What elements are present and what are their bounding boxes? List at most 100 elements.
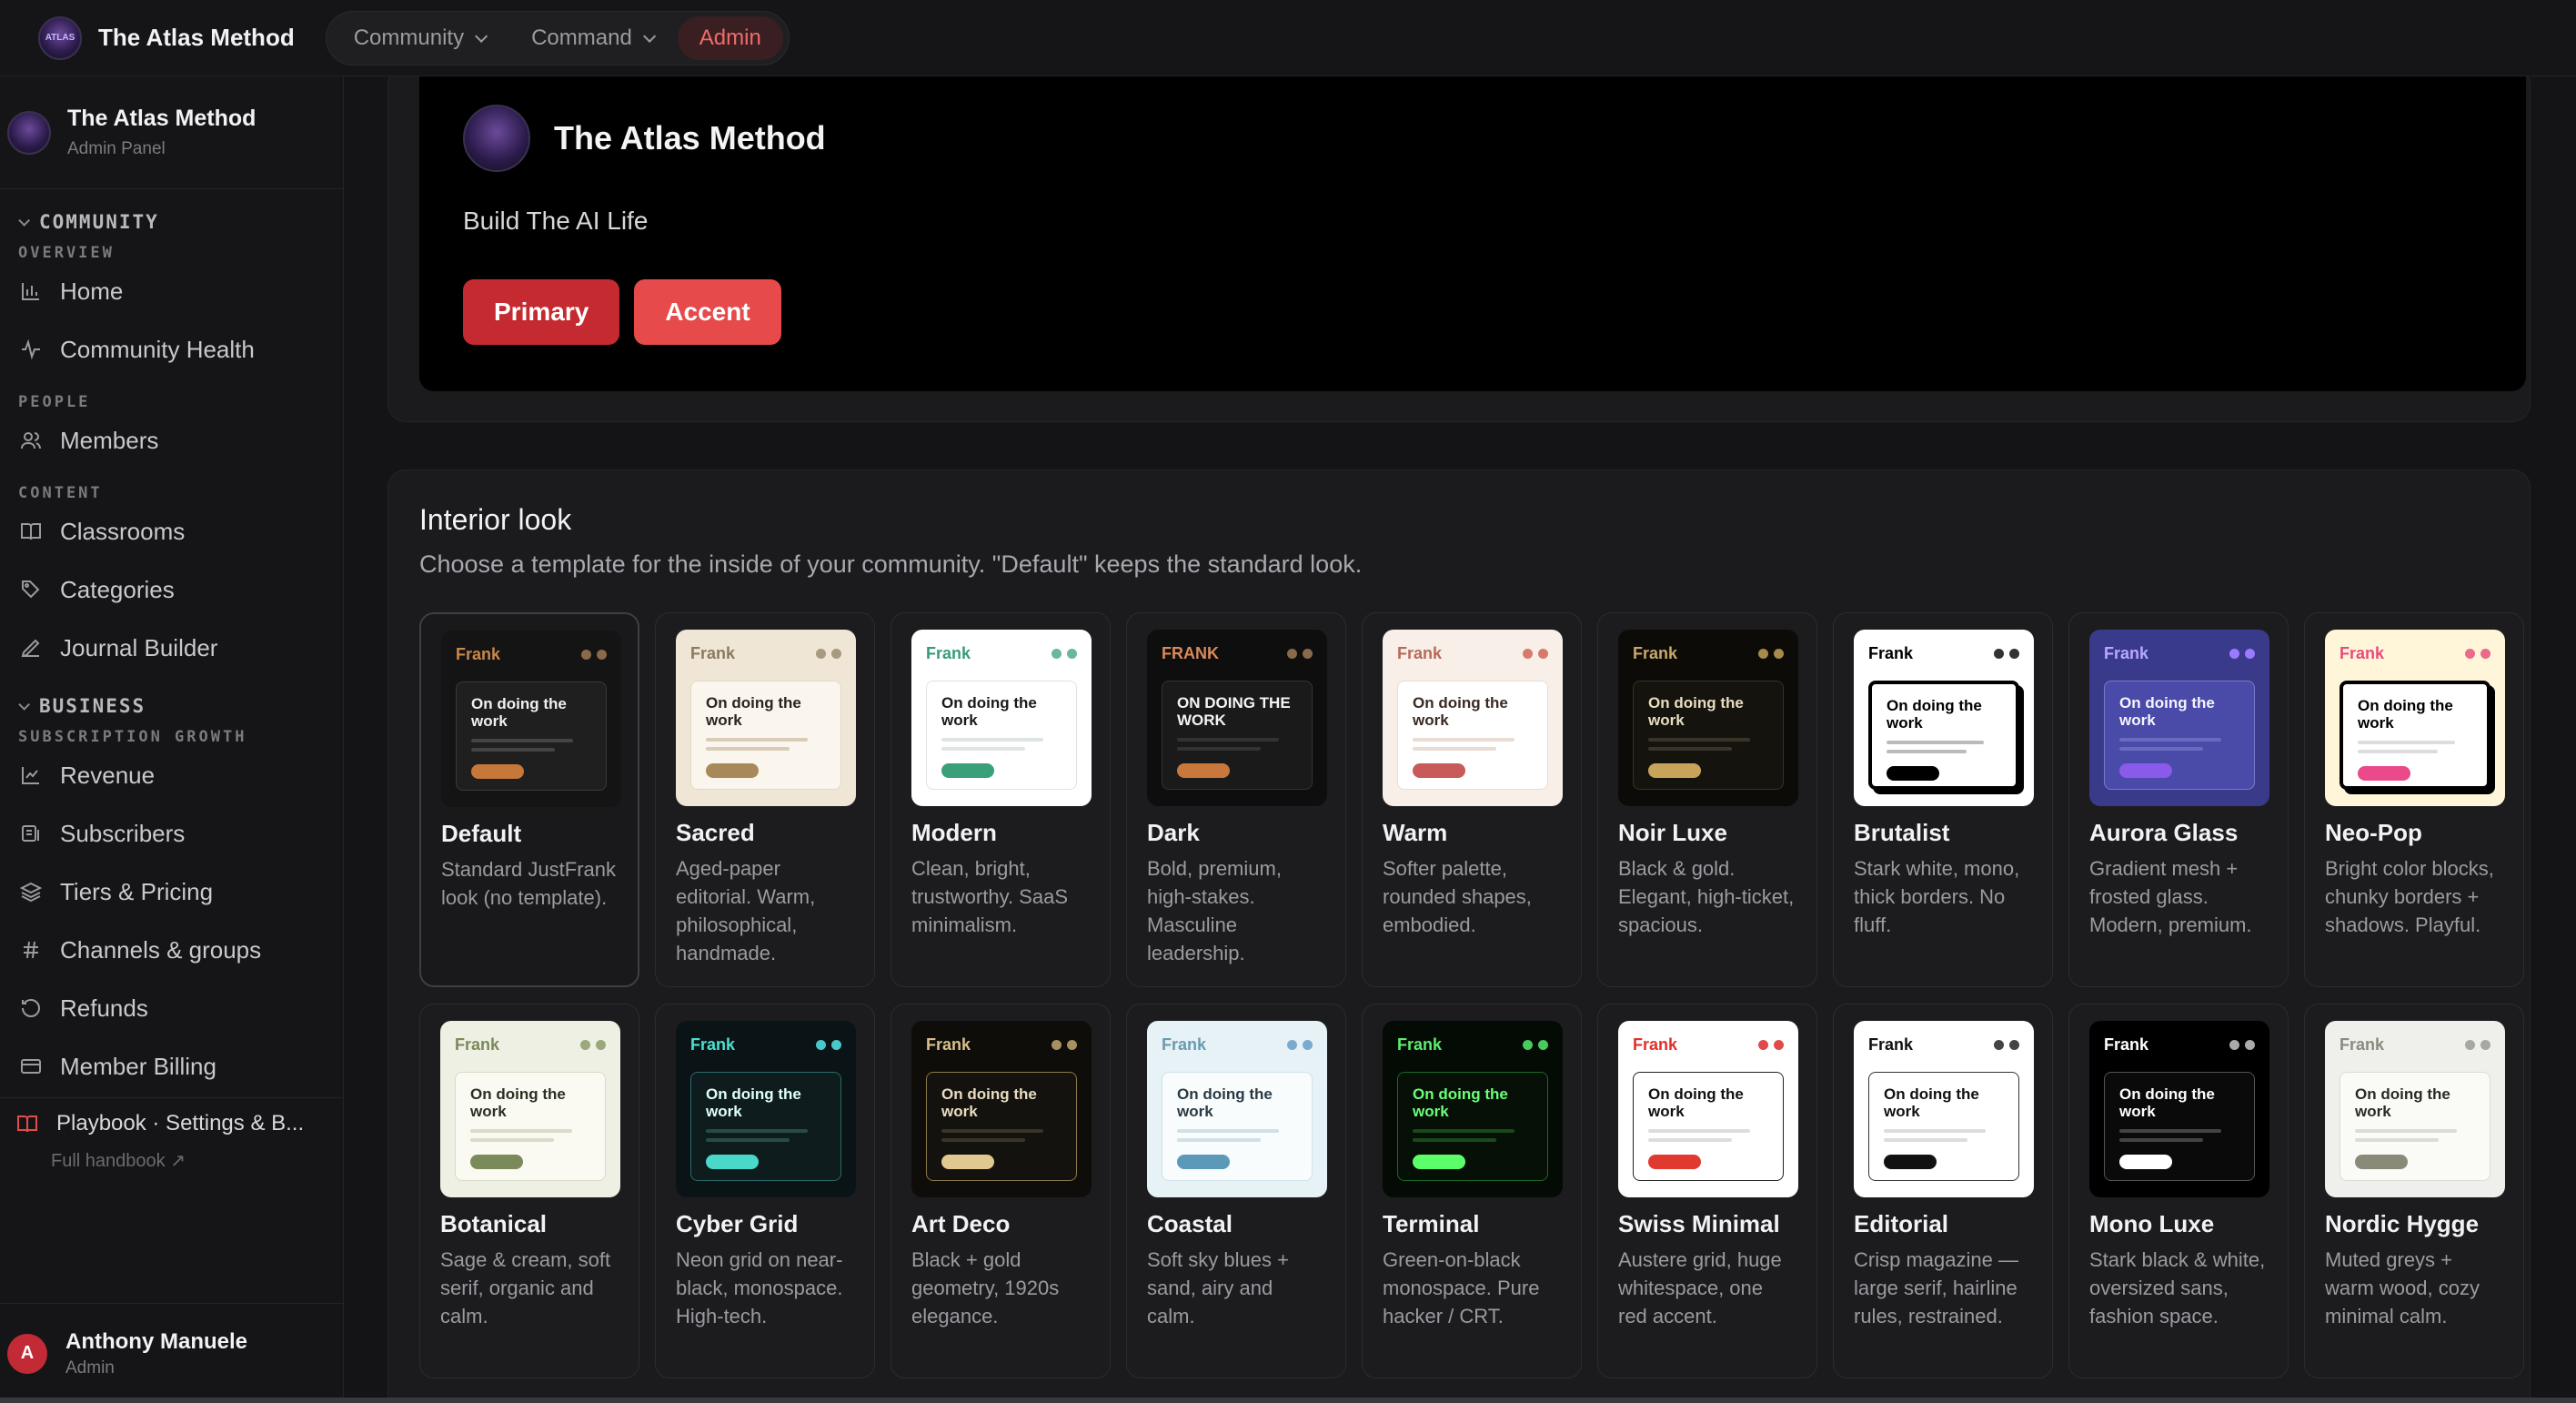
template-preview-brand: Frank xyxy=(1397,643,1443,662)
template-tile[interactable]: Frank On doing the work Nordic Hygge Muted … xyxy=(2304,1004,2524,1378)
template-tile[interactable]: Frank On doing the work Warm Softer palette… xyxy=(1362,612,1582,987)
pulse-icon xyxy=(18,337,44,362)
template-name: Sacred xyxy=(676,819,755,846)
group-subscription-growth: SUBSCRIPTION GROWTH xyxy=(18,728,247,746)
brand[interactable]: ATLAS The Atlas Method xyxy=(38,15,295,60)
template-preview: Frank On doing the work xyxy=(1854,1021,2034,1197)
window-dots-icon xyxy=(580,1039,606,1050)
template-tile[interactable]: Frank On doing the work Noir Luxe Black & g… xyxy=(1597,612,1817,987)
group-people: PEOPLE xyxy=(18,393,91,411)
template-description: Bold, premium, high-stakes. Masculine le… xyxy=(1147,857,1282,964)
section-community[interactable]: COMMUNITY xyxy=(18,211,343,233)
template-preview-brand: Frank xyxy=(690,1035,736,1054)
sidebar-item-categories[interactable]: Categories xyxy=(18,560,343,619)
template-tile[interactable]: Frank On doing the work Editorial Crisp mag… xyxy=(1833,1004,2053,1378)
nav-admin[interactable]: Admin xyxy=(677,15,783,60)
window-dots-icon xyxy=(816,648,841,659)
window-dots-icon xyxy=(1052,648,1077,659)
section-business[interactable]: BUSINESS xyxy=(18,695,343,717)
template-tile[interactable]: Frank On doing the work Terminal Green-on-b… xyxy=(1362,1004,1582,1378)
template-preview: Frank On doing the work xyxy=(441,631,621,807)
playbook-link[interactable]: Playbook · Settings & B... xyxy=(15,1111,343,1136)
user-profile[interactable]: A Anthony Manuele Admin xyxy=(0,1303,344,1403)
template-preview-brand: FRANK xyxy=(1162,643,1219,662)
window-dots-icon xyxy=(581,649,607,660)
atlas-logo-icon: ATLAS xyxy=(38,15,82,60)
sidebar-item-community-health[interactable]: Community Health xyxy=(18,320,343,379)
template-name: Neo-Pop xyxy=(2325,819,2422,846)
brand-name: The Atlas Method xyxy=(98,24,295,51)
sidebar-item-journal-builder[interactable]: Journal Builder xyxy=(18,619,343,677)
template-preview: Frank On doing the work xyxy=(1147,1021,1327,1197)
top-bar: ATLAS The Atlas Method Community Command… xyxy=(0,0,2576,76)
template-preview: Frank On doing the work xyxy=(1854,630,2034,806)
sidebar-header[interactable]: The Atlas Method Admin Panel xyxy=(0,76,343,189)
template-tile[interactable]: Frank On doing the work Aurora Glass Gradie… xyxy=(2068,612,2289,987)
sidebar-item-members[interactable]: Members xyxy=(18,411,343,469)
template-preview: Frank On doing the work xyxy=(2325,1021,2505,1197)
sidebar-item-refunds[interactable]: Refunds xyxy=(18,979,343,1037)
main-content: The Atlas Method Build The AI Life Prima… xyxy=(344,76,2576,1403)
template-tile[interactable]: Frank On doing the work Sacred Aged-paper e… xyxy=(655,612,875,987)
atlas-logo-icon xyxy=(463,105,530,172)
template-name: Noir Luxe xyxy=(1618,819,1727,846)
template-tile[interactable]: Frank On doing the work Modern Clean, brigh… xyxy=(891,612,1111,987)
window-dots-icon xyxy=(816,1039,841,1050)
nav-community[interactable]: Community xyxy=(332,16,506,60)
template-preview-brand: Frank xyxy=(690,643,736,662)
preview-title: The Atlas Method xyxy=(554,119,826,156)
template-tile[interactable]: Frank On doing the work Brutalist Stark whi… xyxy=(1833,612,2053,987)
nav-command[interactable]: Command xyxy=(509,16,674,60)
template-preview-heading: On doing the work xyxy=(706,1085,801,1120)
sidebar-item-home[interactable]: Home xyxy=(18,262,343,320)
chevron-down-icon xyxy=(475,29,488,43)
template-preview: Frank On doing the work xyxy=(911,1021,1092,1197)
template-tile[interactable]: FRANK ON DOING THE WORK Dark Bold, premium,… xyxy=(1126,612,1346,987)
template-preview: Frank On doing the work xyxy=(440,1021,620,1197)
template-preview-brand: Frank xyxy=(1633,1035,1678,1054)
template-name: Terminal xyxy=(1383,1210,1480,1237)
template-preview-brand: Frank xyxy=(926,1035,971,1054)
full-handbook-link[interactable]: Full handbook ↗ xyxy=(51,1149,343,1172)
window-dots-icon xyxy=(1758,1039,1784,1050)
subscribers-icon xyxy=(18,821,44,846)
line-chart-icon xyxy=(18,762,44,788)
template-preview-heading: On doing the work xyxy=(941,1085,1037,1120)
template-tile[interactable]: Frank On doing the work Botanical Sage & cr… xyxy=(419,1004,639,1378)
sidebar-item-tiers-pricing[interactable]: Tiers & Pricing xyxy=(18,863,343,921)
template-tile[interactable]: Frank On doing the work Coastal Soft sky bl… xyxy=(1126,1004,1346,1378)
sidebar-item-subscribers[interactable]: Subscribers xyxy=(18,804,343,863)
sidebar-item-classrooms[interactable]: Classrooms xyxy=(18,502,343,560)
template-preview-heading: On doing the work xyxy=(2355,1085,2450,1120)
user-role: Admin xyxy=(65,1358,115,1378)
accent-button[interactable]: Accent xyxy=(634,279,781,345)
refresh-icon xyxy=(18,995,44,1021)
template-tile[interactable]: Frank On doing the work Cyber Grid Neon gri… xyxy=(655,1004,875,1378)
template-preview-heading: On doing the work xyxy=(2358,697,2453,732)
template-preview-heading: On doing the work xyxy=(1413,694,1508,729)
template-name: Modern xyxy=(911,819,997,846)
interior-look-card: Interior look Choose a template for the … xyxy=(387,469,2531,1403)
template-description: Aged-paper editorial. Warm, philosophica… xyxy=(676,857,816,964)
template-tile[interactable]: Frank On doing the work Neo-Pop Bright colo… xyxy=(2304,612,2524,987)
template-preview-heading: On doing the work xyxy=(1887,697,1982,732)
template-tile[interactable]: Frank On doing the work Swiss Minimal Auste… xyxy=(1597,1004,1817,1378)
interior-look-title: Interior look xyxy=(419,503,572,536)
sidebar-item-channels-groups[interactable]: Channels & groups xyxy=(18,921,343,979)
template-preview: FRANK ON DOING THE WORK xyxy=(1147,630,1327,806)
scrollbar-track xyxy=(0,1398,2576,1403)
book-open-icon xyxy=(18,519,44,544)
template-description: Neon grid on near-black, monospace. High… xyxy=(676,1248,843,1327)
template-preview-heading: On doing the work xyxy=(1648,694,1744,729)
template-tile[interactable]: Frank On doing the work Art Deco Black + go… xyxy=(891,1004,1111,1378)
primary-button[interactable]: Primary xyxy=(463,279,620,345)
template-tile[interactable]: Frank On doing the work Default Standard Ju… xyxy=(419,612,639,987)
window-dots-icon xyxy=(1287,648,1313,659)
template-preview-brand: Frank xyxy=(1397,1035,1443,1054)
sidebar-item-member-billing[interactable]: Member Billing xyxy=(18,1037,343,1095)
template-tile[interactable]: Frank On doing the work Mono Luxe Stark bla… xyxy=(2068,1004,2289,1378)
window-dots-icon xyxy=(1994,648,2019,659)
sidebar-item-revenue[interactable]: Revenue xyxy=(18,746,343,804)
template-preview: Frank On doing the work xyxy=(1618,630,1798,806)
book-open-icon xyxy=(15,1111,40,1136)
